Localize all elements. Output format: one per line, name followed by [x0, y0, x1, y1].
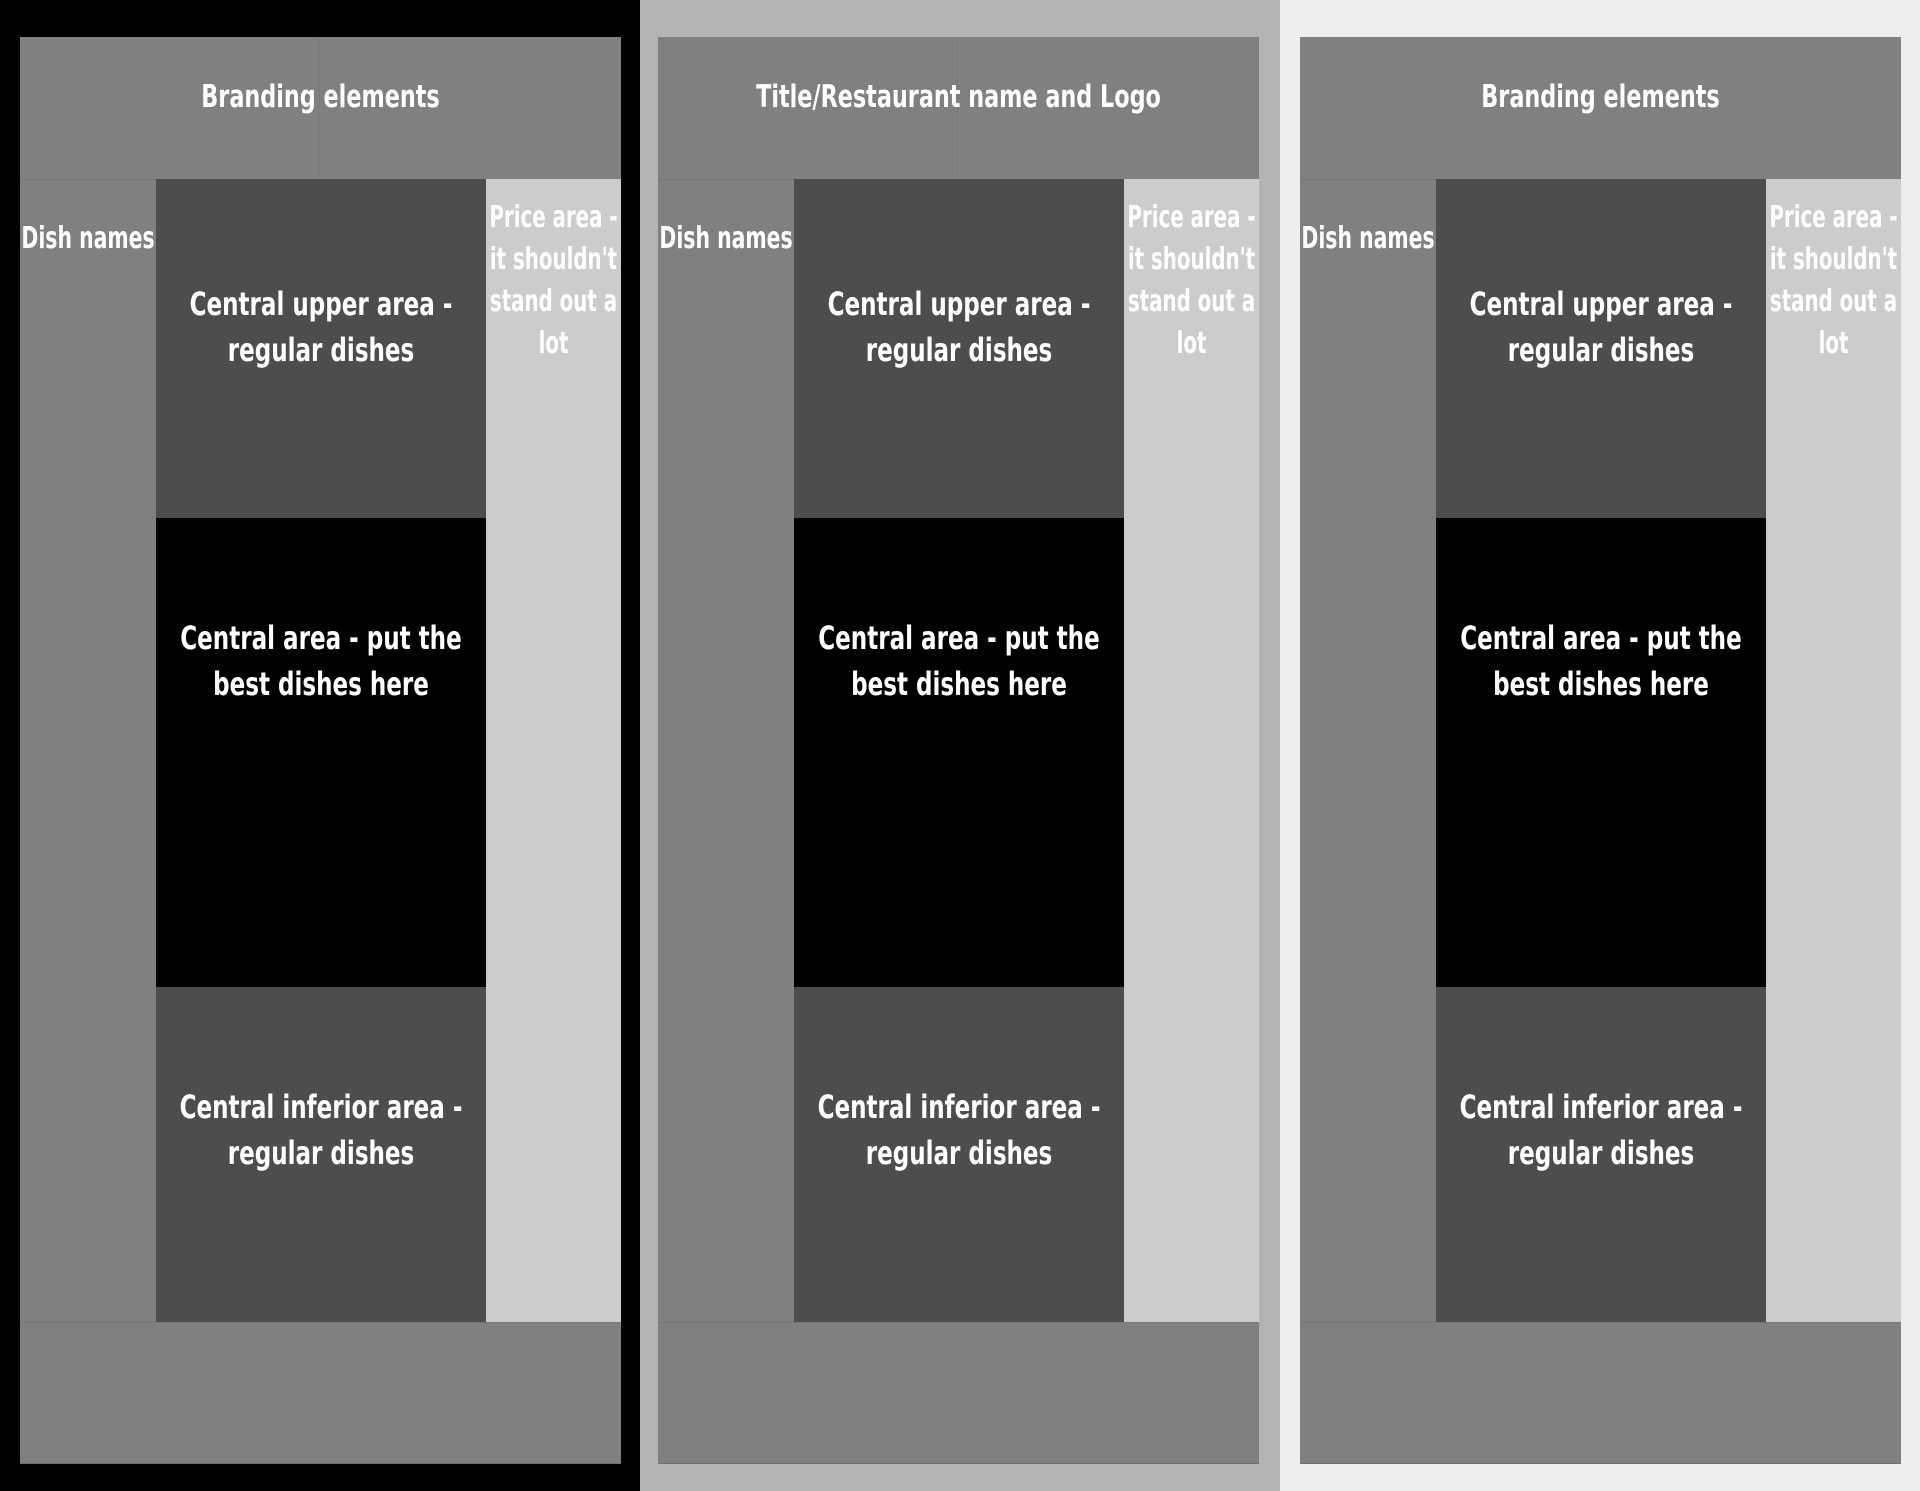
central-upper-area: Central upper area - regular dishes	[794, 179, 1124, 518]
central-inferior-label: Central inferior area - regular dishes	[817, 1088, 1101, 1172]
price-label: Price area - it shouldn't stand out a lo…	[1127, 200, 1256, 361]
central-upper-area: Central upper area - regular dishes	[156, 179, 486, 518]
dish-names-label: Dish names	[659, 221, 793, 256]
price-column: Price area - it shouldn't stand out a lo…	[1124, 179, 1259, 1322]
central-inferior-label: Central inferior area - regular dishes	[1459, 1088, 1743, 1172]
price-label: Price area - it shouldn't stand out a lo…	[1769, 200, 1898, 361]
central-inferior-area: Central inferior area - regular dishes	[156, 987, 486, 1322]
dish-names-column: Dish names	[1300, 179, 1436, 1322]
dish-names-label: Dish names	[21, 221, 155, 256]
central-best-dishes-area: Central area - put the best dishes here	[794, 518, 1124, 987]
header-zone: Branding elements	[1300, 37, 1901, 179]
central-upper-label: Central upper area - regular dishes	[1469, 285, 1733, 369]
menu-layout-3: Branding elements Dish names Central upp…	[1300, 37, 1901, 1464]
central-upper-label: Central upper area - regular dishes	[827, 285, 1091, 369]
dish-names-column: Dish names	[20, 179, 156, 1322]
central-best-dishes-area: Central area - put the best dishes here	[1436, 518, 1766, 987]
central-upper-label: Central upper area - regular dishes	[189, 285, 453, 369]
footer-zone	[1300, 1322, 1901, 1464]
central-upper-area: Central upper area - regular dishes	[1436, 179, 1766, 518]
header-label: Title/Restaurant name and Logo	[756, 79, 1161, 115]
dish-names-label: Dish names	[1301, 221, 1435, 256]
menu-layout-1: Branding elements Dish names Central upp…	[20, 37, 621, 1464]
header-label: Branding elements	[201, 79, 440, 115]
central-best-label: Central area - put the best dishes here	[1460, 619, 1742, 703]
central-inferior-area: Central inferior area - regular dishes	[794, 987, 1124, 1322]
central-best-label: Central area - put the best dishes here	[818, 619, 1100, 703]
central-best-dishes-area: Central area - put the best dishes here	[156, 518, 486, 987]
header-zone: Title/Restaurant name and Logo	[658, 37, 1259, 179]
dish-names-column: Dish names	[658, 179, 794, 1322]
menu-layout-2: Title/Restaurant name and Logo Dish name…	[658, 37, 1259, 1464]
footer-zone	[658, 1322, 1259, 1464]
price-label: Price area - it shouldn't stand out a lo…	[489, 200, 618, 361]
footer-zone	[20, 1322, 621, 1464]
central-inferior-area: Central inferior area - regular dishes	[1436, 987, 1766, 1322]
central-best-label: Central area - put the best dishes here	[180, 619, 462, 703]
central-inferior-label: Central inferior area - regular dishes	[179, 1088, 463, 1172]
price-column: Price area - it shouldn't stand out a lo…	[1766, 179, 1901, 1322]
header-label: Branding elements	[1481, 79, 1720, 115]
header-zone: Branding elements	[20, 37, 621, 179]
price-column: Price area - it shouldn't stand out a lo…	[486, 179, 621, 1322]
